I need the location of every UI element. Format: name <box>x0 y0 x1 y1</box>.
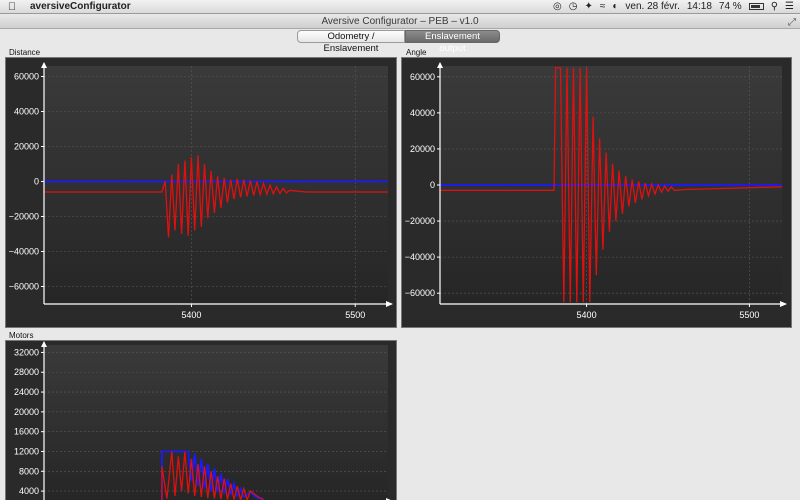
distance-chart: 60000 40000 20000 0 −20000 −40000 −60000 5400 55… <box>6 58 396 327</box>
y-tick-label: 12000 <box>14 446 39 456</box>
y-tick-label: −60000 <box>9 282 39 292</box>
y-tick-label: 4000 <box>19 486 39 496</box>
plot-area <box>44 66 388 304</box>
motors-chart: 32000 28000 24000 20000 16000 12000 8000 4000 <box>6 341 396 500</box>
y-tick-label: −20000 <box>405 216 435 226</box>
y-tick-label: 20000 <box>14 142 39 152</box>
volume-icon[interactable]: ◐ <box>612 1 618 12</box>
y-tick-label: 20000 <box>14 407 39 417</box>
y-tick-label: 60000 <box>410 72 435 82</box>
tab-odometry-enslavement[interactable]: Odometry / Enslavement <box>297 30 405 54</box>
y-tick-label: 0 <box>34 177 39 187</box>
y-tick-label: −40000 <box>9 247 39 257</box>
sync-icon[interactable]: ◎ <box>553 1 562 12</box>
notification-list-icon[interactable]: ☰ <box>785 1 794 12</box>
y-tick-label: 40000 <box>410 108 435 118</box>
battery-text[interactable]: 74 % <box>719 1 742 12</box>
y-tick-label: 60000 <box>14 72 39 82</box>
time-machine-icon[interactable]: ◷ <box>569 1 578 12</box>
y-tick-label: 16000 <box>14 427 39 437</box>
motors-plot[interactable]: 32000 28000 24000 20000 16000 12000 8000 4000 <box>5 340 397 500</box>
tab-enslavement-output[interactable]: Enslavement output <box>405 30 500 54</box>
tab-bar: Odometry / Enslavement Enslavement outpu… <box>297 30 500 54</box>
window-title: Aversive Configurator – PEB – v1.0 <box>321 16 479 27</box>
window-title-bar: Aversive Configurator – PEB – v1.0 ⤢ <box>0 14 800 29</box>
x-tick-label: 5400 <box>181 310 201 320</box>
wifi-icon[interactable]: ≈ <box>600 1 606 12</box>
angle-plot[interactable]: 60000 40000 20000 0 −20000 −40000 −60000 5400 55… <box>401 57 792 328</box>
y-tick-label: 40000 <box>14 107 39 117</box>
x-tick-label: 5400 <box>577 310 597 320</box>
y-tick-label: 0 <box>430 180 435 190</box>
status-area: ◎ ◷ ✦ ≈ ◐ ven. 28 févr. 14:18 74 % ⚲ ☰ <box>553 1 800 12</box>
y-tick-label: −40000 <box>405 252 435 262</box>
distance-plot[interactable]: 60000 40000 20000 0 −20000 −40000 −60000 5400 55… <box>5 57 397 328</box>
menu-bar:  aversiveConfigurator ◎ ◷ ✦ ≈ ◐ ven. 28… <box>0 0 800 14</box>
y-tick-label: 32000 <box>14 347 39 357</box>
fullscreen-icon[interactable]: ⤢ <box>788 15 796 30</box>
apple-menu-icon[interactable]:  <box>0 1 24 13</box>
distance-panel-label: Distance <box>9 48 41 57</box>
x-tick-label: 5500 <box>739 310 759 320</box>
spotlight-search-icon[interactable]: ⚲ <box>771 1 778 12</box>
angle-panel-label: Angle <box>406 48 427 57</box>
y-tick-label: 8000 <box>19 466 39 476</box>
x-tick-label: 5500 <box>345 310 365 320</box>
app-name-menu[interactable]: aversiveConfigurator <box>30 1 131 12</box>
y-tick-label: 20000 <box>410 144 435 154</box>
bluetooth-icon[interactable]: ✦ <box>584 1 592 12</box>
time-text[interactable]: 14:18 <box>687 1 712 12</box>
y-tick-label: −20000 <box>9 212 39 222</box>
motors-panel-label: Motors <box>9 331 34 340</box>
date-text[interactable]: ven. 28 févr. <box>625 1 679 12</box>
y-tick-label: 24000 <box>14 387 39 397</box>
battery-icon[interactable] <box>748 3 764 10</box>
y-tick-label: 28000 <box>14 367 39 377</box>
y-tick-label: −60000 <box>405 288 435 298</box>
angle-chart: 60000 40000 20000 0 −20000 −40000 −60000 5400 55… <box>402 58 791 327</box>
